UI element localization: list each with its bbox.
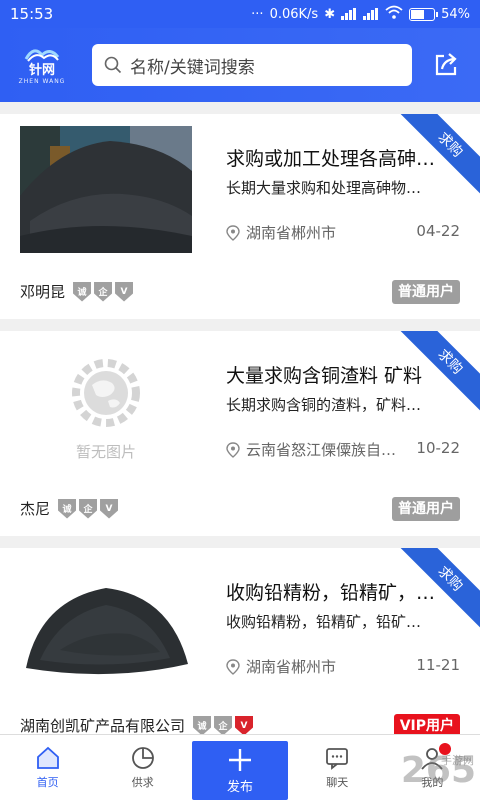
no-image-icon: 暂无图片 <box>72 359 140 461</box>
chat-icon <box>326 748 349 770</box>
signal-icon-2 <box>363 8 379 20</box>
search-input[interactable]: 名称/关键词搜索 <box>130 53 255 78</box>
item-date: 04-22 <box>416 222 460 240</box>
nav-home-label: 首页 <box>36 776 59 789</box>
location-pin-icon <box>226 658 240 675</box>
status-bar: 15:53 ··· 0.06K/s ✱ 54% <box>0 0 480 28</box>
app-logo: 针网 ZHEN WANG <box>14 42 70 88</box>
publish-label: 发布 <box>227 779 254 795</box>
item-description: 长期求购含铜的渣料，矿料… <box>226 396 422 414</box>
more-icon: ··· <box>251 6 264 22</box>
item-title: 收购铅精粉，铅精矿，… <box>226 582 436 604</box>
product-image <box>20 126 192 253</box>
list-item[interactable]: 收购铅精粉，铅精矿，… 收购铅精粉，铅精矿，铅矿… 湖南省郴州市 11-21 湖… <box>0 548 480 734</box>
nav-chat-label: 聊天 <box>326 776 349 789</box>
vip-user-badge: VIP用户 <box>393 714 460 734</box>
status-time: 15:53 <box>10 5 54 23</box>
poster-name: 邓明昆 <box>20 283 66 301</box>
cheng-badge-icon: 诚 <box>193 715 212 734</box>
badge-group: 诚 企 V <box>193 715 254 734</box>
user-type-badge: 普通用户 <box>392 497 460 521</box>
nav-supply[interactable]: 供求 <box>95 735 190 800</box>
item-date: 11-21 <box>416 656 460 674</box>
badge-group: 诚 企 V <box>73 281 134 302</box>
v-badge-icon: V <box>100 498 119 519</box>
poster-info: 邓明昆 诚 企 V <box>20 281 134 302</box>
pie-chart-icon <box>131 747 154 769</box>
share-icon[interactable] <box>432 51 460 79</box>
location-text: 湖南省郴州市 <box>246 658 337 676</box>
list-item[interactable]: 暂无图片 大量求购含铜渣料 矿料 长期求购含铜的渣料，矿料… 云南省怒江傈僳族自… <box>0 331 480 536</box>
status-icons: ··· 0.06K/s ✱ 54% <box>251 5 470 23</box>
item-title: 大量求购含铜渣料 矿料 <box>226 365 423 387</box>
poster-info: 杰尼 诚 企 V <box>20 498 119 519</box>
home-icon <box>36 746 59 769</box>
bluetooth-icon: ✱ <box>324 6 336 22</box>
battery-percent: 54% <box>441 6 470 22</box>
qi-badge-icon: 企 <box>214 715 233 734</box>
v-badge-icon: V <box>115 281 134 302</box>
location-pin-icon <box>226 441 240 458</box>
nav-chat[interactable]: 聊天 <box>290 735 385 800</box>
badge-group: 诚 企 V <box>58 498 119 519</box>
nav-home[interactable]: 首页 <box>0 735 95 800</box>
item-date: 10-22 <box>416 439 460 457</box>
item-title: 求购或加工处理各高砷… <box>226 148 436 170</box>
item-description: 长期大量求购和处理高砷物… <box>226 179 422 197</box>
item-location: 湖南省郴州市 <box>226 222 336 243</box>
publish-button[interactable]: 发布 <box>192 741 288 800</box>
poster-name: 杰尼 <box>20 500 51 518</box>
location-text: 湖南省郴州市 <box>246 224 337 242</box>
list-item[interactable]: 求购或加工处理各高砷… 长期大量求购和处理高砷物… 湖南省郴州市 04-22 邓… <box>0 114 480 319</box>
user-type-badge: 普通用户 <box>392 280 460 304</box>
nav-supply-label: 供求 <box>131 776 154 789</box>
location-pin-icon <box>226 224 240 241</box>
app-header: 针网 ZHEN WANG 名称/关键词搜索 <box>0 28 480 102</box>
no-image-text: 暂无图片 <box>76 443 136 461</box>
item-location: 云南省怒江傈僳族自… <box>226 439 396 460</box>
location-text: 云南省怒江傈僳族自… <box>246 441 396 459</box>
no-image-placeholder: 暂无图片 <box>20 343 192 470</box>
qi-badge-icon: 企 <box>79 498 98 519</box>
cheng-badge-icon: 诚 <box>73 281 92 302</box>
cheng-badge-icon: 诚 <box>58 498 77 519</box>
battery-icon <box>409 7 439 21</box>
supply-list: 求购或加工处理各高砷… 长期大量求购和处理高砷物… 湖南省郴州市 04-22 邓… <box>0 102 480 734</box>
wifi-icon <box>385 5 403 23</box>
network-speed: 0.06K/s <box>269 6 319 22</box>
logo-name: 针网 <box>28 63 55 78</box>
item-location: 湖南省郴州市 <box>226 656 336 677</box>
plus-icon <box>229 748 251 771</box>
poster-info: 湖南创凯矿产品有限公司 诚 企 V <box>20 715 254 734</box>
product-image <box>20 560 192 687</box>
logo-wave-icon <box>24 49 60 62</box>
logo-subtitle: ZHEN WANG <box>18 78 66 85</box>
signal-icon <box>341 8 357 20</box>
watermark-text: 手游网 <box>441 754 474 767</box>
qi-badge-icon: 企 <box>94 281 113 302</box>
item-description: 收购铅精粉，铅精矿，铅矿… <box>226 613 422 631</box>
v-badge-icon: V <box>235 715 254 734</box>
search-icon <box>104 56 122 74</box>
poster-name: 湖南创凯矿产品有限公司 <box>20 717 186 734</box>
search-bar[interactable]: 名称/关键词搜索 <box>92 44 412 86</box>
